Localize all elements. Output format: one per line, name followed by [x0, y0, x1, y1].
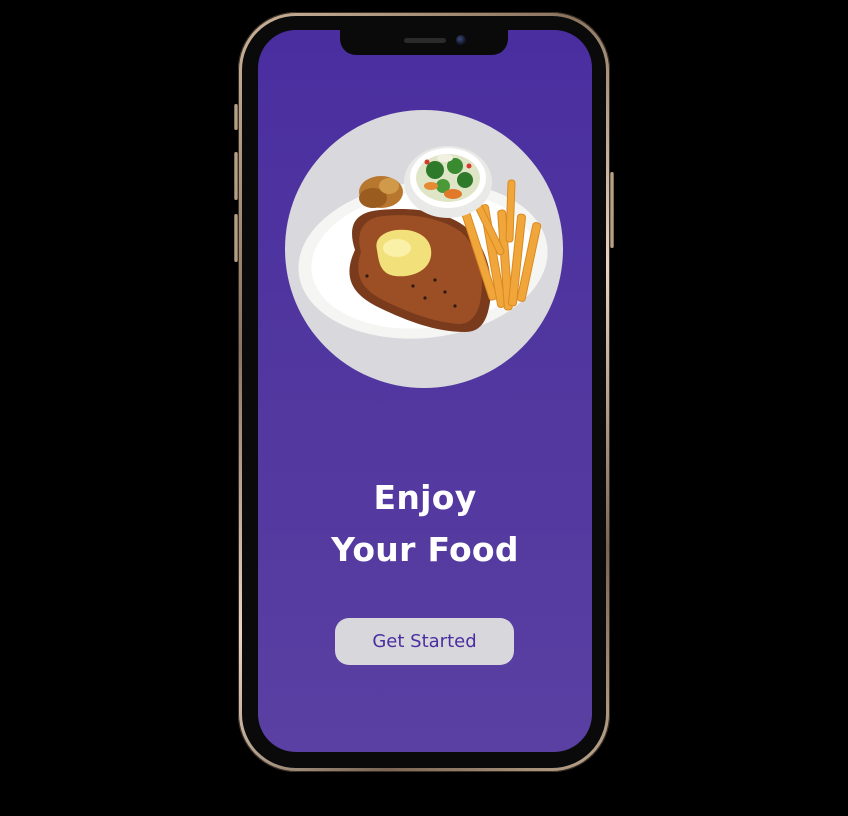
get-started-button[interactable]: Get Started: [335, 618, 514, 665]
front-camera: [456, 35, 466, 45]
app-screen: Enjoy Your Food Get Started: [258, 30, 592, 752]
headline-line-2: Your Food: [331, 530, 519, 569]
steak-plate-icon: [298, 146, 548, 339]
volume-down-button: [234, 214, 238, 262]
power-button: [610, 172, 614, 248]
notch: [340, 30, 508, 55]
device-mockup: Enjoy Your Food Get Started: [0, 0, 848, 816]
volume-up-button: [234, 152, 238, 200]
headline-line-1: Enjoy: [373, 478, 477, 517]
headline: Enjoy Your Food: [258, 472, 592, 576]
earpiece-speaker: [404, 38, 446, 43]
hero-food-image: [285, 110, 563, 388]
silent-switch: [234, 104, 238, 130]
